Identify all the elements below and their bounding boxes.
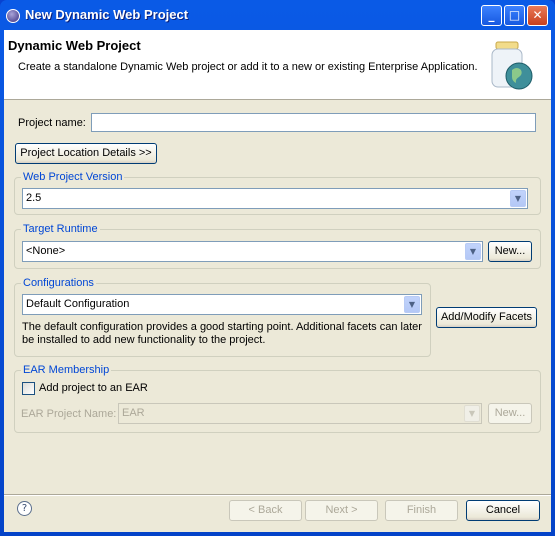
chevron-down-icon[interactable]: ▼ bbox=[465, 243, 481, 260]
eclipse-icon bbox=[6, 9, 20, 23]
configuration-description-1: The default configuration provides a goo… bbox=[22, 321, 422, 333]
target-runtime-select[interactable]: <None> ▼ bbox=[22, 241, 483, 262]
group-label: Target Runtime bbox=[21, 223, 100, 235]
project-name-input[interactable] bbox=[91, 113, 536, 132]
maximize-button[interactable]: □ bbox=[504, 5, 525, 26]
dialog-window: New Dynamic Web Project _ □ ✕ Dynamic We… bbox=[0, 0, 555, 536]
chevron-down-icon[interactable]: ▼ bbox=[510, 190, 526, 207]
configuration-select[interactable]: Default Configuration ▼ bbox=[22, 294, 422, 315]
group-label: Configurations bbox=[21, 277, 96, 289]
group-label: EAR Membership bbox=[21, 364, 112, 376]
selected-value: <None> bbox=[26, 245, 66, 257]
page-description: Create a standalone Dynamic Web project … bbox=[18, 61, 478, 73]
chevron-down-icon[interactable]: ▼ bbox=[404, 296, 420, 313]
back-button[interactable]: < Back bbox=[229, 500, 302, 521]
close-button[interactable]: ✕ bbox=[527, 5, 548, 26]
footer-divider bbox=[4, 494, 551, 496]
ear-project-select[interactable]: EAR ▼ bbox=[118, 403, 482, 424]
window-title: New Dynamic Web Project bbox=[25, 7, 189, 22]
dialog-client: Dynamic Web Project Create a standalone … bbox=[4, 30, 551, 532]
title-bar[interactable]: New Dynamic Web Project _ □ ✕ bbox=[0, 0, 555, 30]
add-modify-facets-button[interactable]: Add/Modify Facets bbox=[436, 307, 537, 328]
chevron-down-icon[interactable]: ▼ bbox=[464, 405, 480, 422]
finish-button[interactable]: Finish bbox=[385, 500, 458, 521]
ear-project-name-label: EAR Project Name: bbox=[21, 408, 117, 420]
project-name-label: Project name: bbox=[18, 117, 86, 129]
minimize-button[interactable]: _ bbox=[481, 5, 502, 26]
configuration-description-2: be installed to add new functionality to… bbox=[22, 334, 266, 346]
jar-globe-icon bbox=[491, 41, 533, 90]
selected-value: Default Configuration bbox=[26, 298, 130, 310]
next-button[interactable]: Next > bbox=[305, 500, 378, 521]
wizard-header: Dynamic Web Project Create a standalone … bbox=[4, 30, 551, 100]
project-location-details-button[interactable]: Project Location Details >> bbox=[15, 143, 157, 164]
add-to-ear-label[interactable]: Add project to an EAR bbox=[39, 382, 148, 394]
cancel-button[interactable]: Cancel bbox=[466, 500, 540, 521]
add-to-ear-checkbox[interactable] bbox=[22, 382, 35, 395]
web-version-select[interactable]: 2.5 ▼ bbox=[22, 188, 528, 209]
help-icon[interactable]: ? bbox=[17, 501, 32, 516]
selected-value: EAR bbox=[122, 407, 145, 419]
page-title: Dynamic Web Project bbox=[8, 38, 141, 53]
group-label: Web Project Version bbox=[21, 171, 125, 183]
new-runtime-button[interactable]: New... bbox=[488, 241, 532, 262]
new-ear-button[interactable]: New... bbox=[488, 403, 532, 424]
selected-value: 2.5 bbox=[26, 192, 42, 204]
